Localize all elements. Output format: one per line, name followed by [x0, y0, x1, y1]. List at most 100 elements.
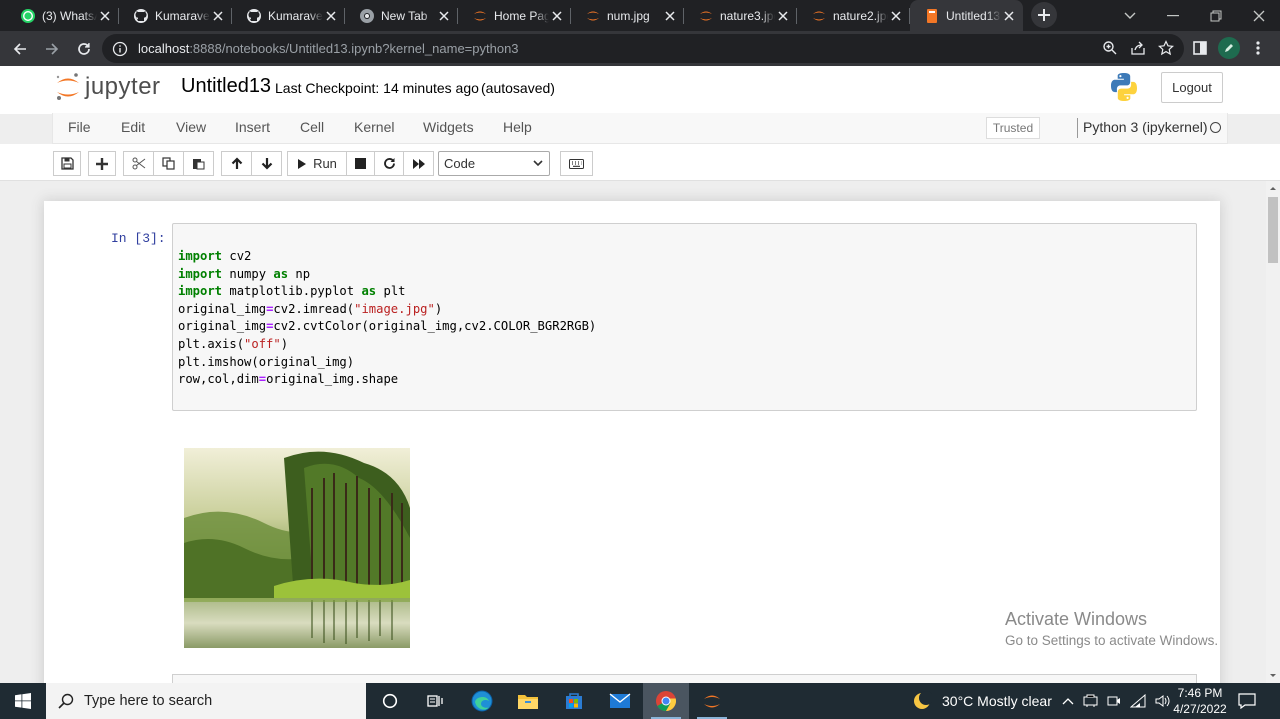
- jupyter-logo[interactable]: jupyter: [55, 72, 161, 102]
- address-bar[interactable]: localhost:8888/notebooks/Untitled13.ipyn…: [102, 34, 1184, 63]
- info-icon: [112, 41, 128, 56]
- menu-cell[interactable]: Cell: [300, 119, 324, 135]
- menu-edit[interactable]: Edit: [121, 119, 145, 135]
- tab-title: num.jpg: [607, 8, 650, 23]
- start-button[interactable]: [0, 683, 46, 719]
- browser-tab[interactable]: num.jpg: [571, 0, 684, 31]
- trusted-indicator[interactable]: Trusted: [986, 117, 1040, 139]
- move-up-button[interactable]: [221, 151, 252, 176]
- save-button[interactable]: [53, 151, 81, 176]
- browser-tab[interactable]: Untitled13: [910, 0, 1023, 31]
- chevron-up-icon[interactable]: [1062, 697, 1074, 705]
- url-text: localhost:8888/notebooks/Untitled13.ipyn…: [138, 41, 519, 56]
- forward-button[interactable]: [38, 35, 66, 63]
- chrome-menu-button[interactable]: [1252, 37, 1264, 59]
- tab-search-button[interactable]: [1108, 0, 1151, 31]
- close-tab-icon[interactable]: [775, 8, 791, 24]
- code-editor[interactable]: import cv2 import numpy as np import matpl…: [178, 248, 596, 389]
- cell-type-select[interactable]: Code: [438, 151, 550, 176]
- cut-button[interactable]: [123, 151, 154, 176]
- menu-help[interactable]: Help: [503, 119, 532, 135]
- restart-run-all-button[interactable]: [403, 151, 434, 176]
- close-tab-icon[interactable]: [549, 8, 565, 24]
- notebook-area: In [3]: import cv2 import numpy as np impo…: [0, 181, 1266, 683]
- close-tab-icon[interactable]: [436, 8, 452, 24]
- browser-tab[interactable]: Kumaravel: [119, 0, 232, 31]
- chrome-icon: [656, 691, 677, 712]
- close-tab-icon[interactable]: [323, 8, 339, 24]
- scrollbar-thumb[interactable]: [1268, 197, 1278, 263]
- restore-button[interactable]: [1194, 0, 1237, 31]
- close-icon: [1253, 10, 1264, 21]
- browser-tab[interactable]: Kumaravel: [232, 0, 345, 31]
- meet-now-icon[interactable]: [1107, 694, 1121, 708]
- back-button[interactable]: [6, 35, 34, 63]
- notebook-title[interactable]: Untitled13: [181, 75, 271, 98]
- taskbar-store[interactable]: [551, 683, 597, 719]
- close-tab-icon[interactable]: [1001, 8, 1017, 24]
- keyboard-icon: [569, 158, 584, 169]
- system-tray: [1062, 683, 1171, 719]
- command-palette-button[interactable]: [560, 151, 593, 176]
- browser-tab[interactable]: New Tab: [345, 0, 458, 31]
- browser-tab[interactable]: (3) WhatsApp: [6, 0, 119, 31]
- taskbar-mail[interactable]: [597, 683, 643, 719]
- interrupt-button[interactable]: [346, 151, 375, 176]
- side-panel-icon: [1193, 41, 1207, 55]
- browser-tab[interactable]: nature2.jpg: [797, 0, 910, 31]
- menu-file[interactable]: File: [68, 119, 91, 135]
- paste-button[interactable]: [183, 151, 214, 176]
- menu-insert[interactable]: Insert: [235, 119, 270, 135]
- wifi-icon[interactable]: [1130, 694, 1146, 708]
- taskbar-file-explorer[interactable]: [505, 683, 551, 719]
- run-button[interactable]: Run: [287, 151, 347, 176]
- task-view-button[interactable]: [412, 683, 458, 719]
- arrow-right-icon: [46, 42, 59, 55]
- bookmark-star-icon[interactable]: [1158, 40, 1174, 56]
- taskbar-search-box[interactable]: Type here to search: [46, 683, 366, 719]
- browser-tab[interactable]: Home Page: [458, 0, 571, 31]
- code-line: original_img=cv2.cvtColor(original_img,c…: [178, 319, 597, 334]
- new-tab-button[interactable]: [1031, 1, 1057, 28]
- notifications-button[interactable]: [1238, 683, 1260, 719]
- store-icon: [566, 693, 582, 709]
- reload-icon: [78, 42, 90, 55]
- vertical-scrollbar[interactable]: [1266, 181, 1280, 683]
- menu-kernel[interactable]: Kernel: [354, 119, 394, 135]
- browser-tab[interactable]: nature3.jpg: [684, 0, 797, 31]
- copy-button[interactable]: [153, 151, 184, 176]
- share-icon[interactable]: [1130, 40, 1146, 56]
- network-adapter-icon[interactable]: [1083, 694, 1098, 708]
- next-cell-input[interactable]: [172, 674, 1197, 683]
- close-tab-icon[interactable]: [210, 8, 226, 24]
- restart-button[interactable]: [374, 151, 404, 176]
- minimize-button[interactable]: [1151, 0, 1194, 31]
- code-cell-input[interactable]: import cv2 import numpy as np import matpl…: [172, 223, 1197, 411]
- close-window-button[interactable]: [1237, 0, 1280, 31]
- close-tab-icon[interactable]: [888, 8, 904, 24]
- taskbar-edge[interactable]: [459, 683, 505, 719]
- insert-cell-button[interactable]: [88, 151, 116, 176]
- tab-title: Untitled13: [946, 8, 1001, 23]
- move-down-button[interactable]: [251, 151, 282, 176]
- autosave-status: (autosaved): [481, 80, 555, 96]
- code-line: row,col,dim=original_img.shape: [178, 372, 399, 387]
- taskbar-clock[interactable]: 7:46 PM 4/27/2022: [1170, 685, 1230, 717]
- activate-windows-watermark: Activate Windows Go to Settings to activ…: [1005, 609, 1218, 648]
- taskbar-chrome[interactable]: [643, 683, 689, 719]
- cortana-button[interactable]: [367, 683, 413, 719]
- reload-button[interactable]: [70, 35, 98, 63]
- menu-widgets[interactable]: Widgets: [423, 119, 474, 135]
- close-tab-icon[interactable]: [662, 8, 678, 24]
- side-panel-button[interactable]: [1190, 37, 1210, 59]
- close-tab-icon[interactable]: [97, 8, 113, 24]
- weather-widget[interactable]: 30°C Mostly clear: [912, 683, 1052, 719]
- taskbar-jupyter[interactable]: [689, 683, 735, 719]
- profile-avatar[interactable]: [1218, 37, 1240, 59]
- menu-view[interactable]: View: [176, 119, 206, 135]
- logout-button[interactable]: Logout: [1161, 72, 1223, 103]
- zoom-icon[interactable]: [1102, 40, 1118, 56]
- volume-icon[interactable]: [1155, 694, 1171, 708]
- output-image: [184, 448, 410, 648]
- arrow-down-icon: [261, 158, 272, 170]
